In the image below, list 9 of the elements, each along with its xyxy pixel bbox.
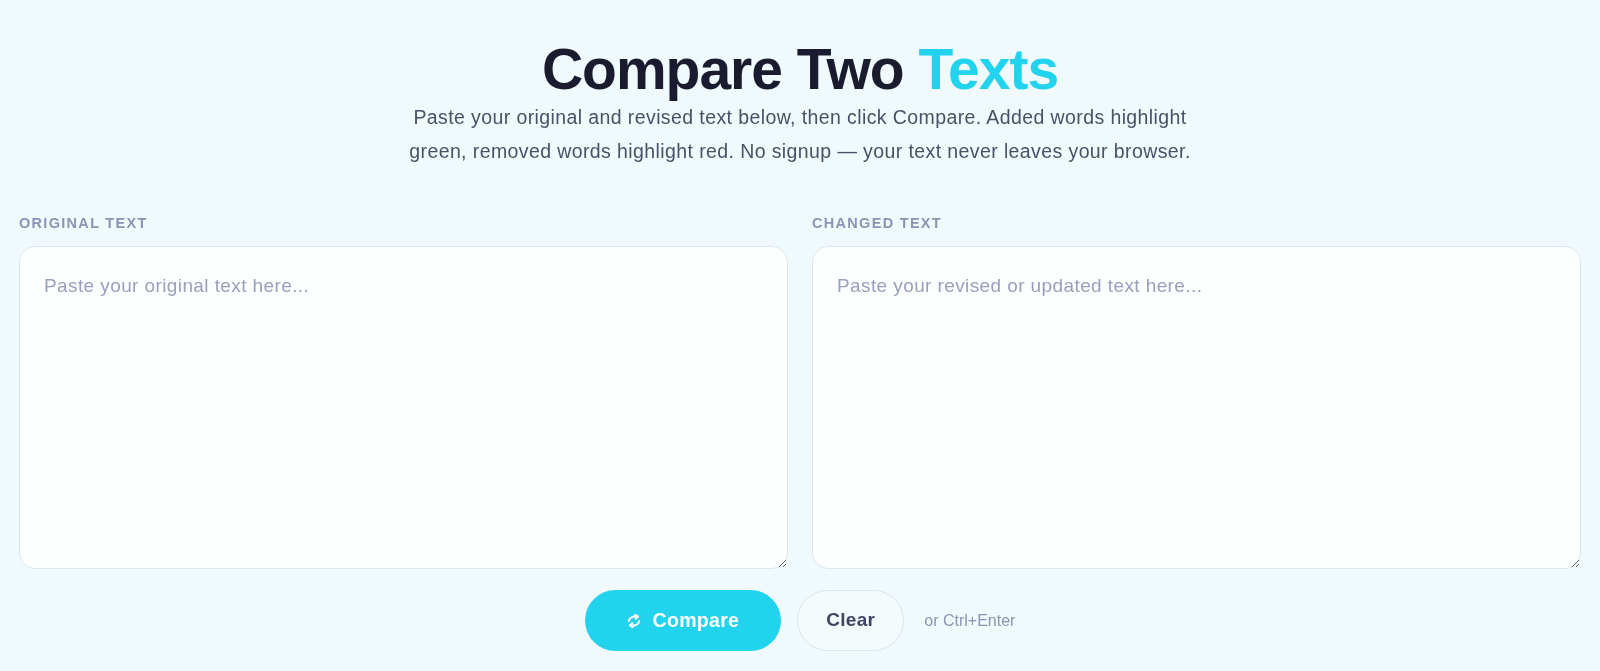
shortcut-hint: or Ctrl+Enter [924,610,1016,631]
curved-arrows-icon [626,613,641,628]
text-input-area[interactable]: Paste your original text here... [19,246,788,569]
page-subtitle: Paste your original and revised text below, then click Compare. Added words highlight green, removed words highlight red. No signup — your text never leaves your browser. [408,105,1192,164]
field-label: CHANGED TEXT [812,214,942,233]
field-label: ORIGINAL TEXT [19,214,148,233]
page-title: Compare Two Texts [541,38,1059,100]
text-input-area[interactable]: Paste your revised or updated text here... [812,246,1581,569]
clear-button[interactable]: Clear [797,590,905,651]
